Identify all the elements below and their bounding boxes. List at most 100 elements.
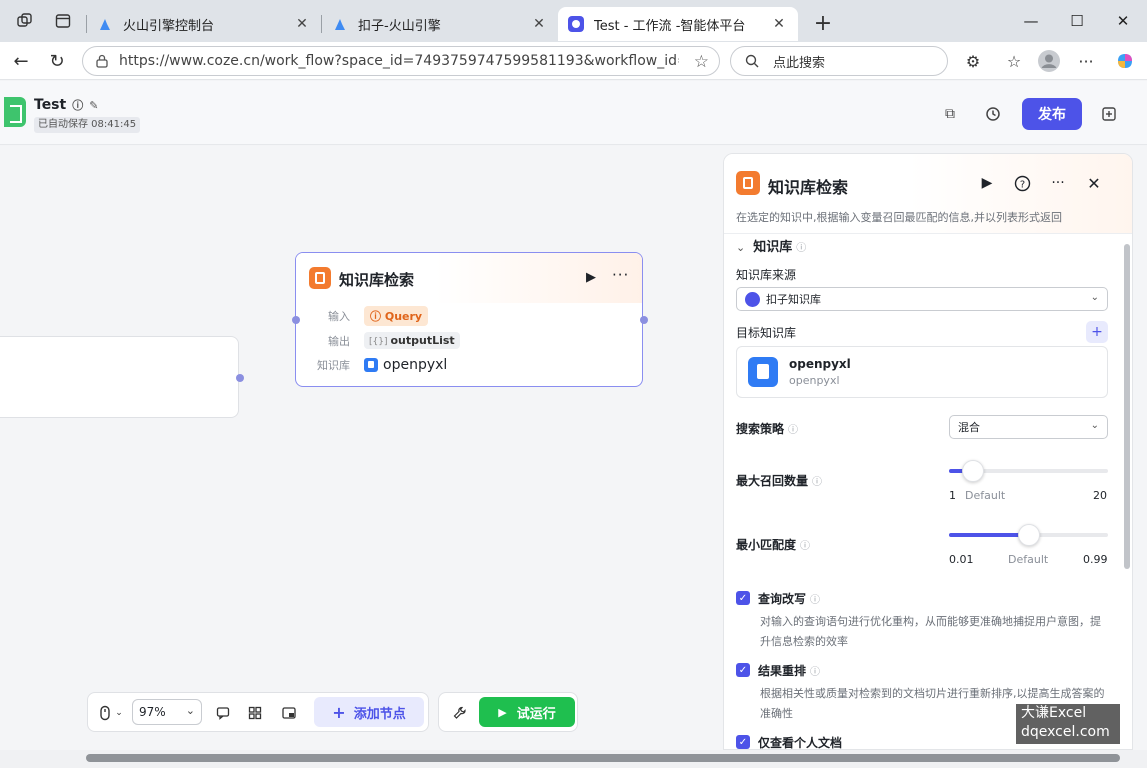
strategy-select[interactable]: 混合 ⌄ bbox=[949, 415, 1108, 439]
help-icon[interactable]: ? bbox=[1011, 172, 1033, 194]
extensions-icon[interactable]: ⚙ bbox=[962, 50, 984, 72]
panel-description: 在选定的知识中,根据输入变量召回最匹配的信息,并以列表形式返回 bbox=[736, 211, 1062, 224]
tab-workflow-active[interactable]: Test - 工作流 -智能体平台 ✕ bbox=[558, 7, 798, 41]
tab-coze-volcano[interactable]: 扣子-火山引擎 ✕ bbox=[322, 7, 558, 41]
watermark-line2: dqexcel.com bbox=[1021, 724, 1110, 740]
more-icon[interactable]: ··· bbox=[612, 266, 629, 284]
target-kb-label: 目标知识库 bbox=[736, 326, 797, 340]
add-kb-button[interactable]: + bbox=[1086, 321, 1108, 343]
tab-title: 火山引擎控制台 bbox=[123, 18, 215, 34]
rerank-label: 结果重排 bbox=[758, 664, 807, 678]
chevron-down-icon: ⌄ bbox=[1090, 292, 1099, 303]
address-bar[interactable]: https://www.coze.cn/work_flow?space_id=7… bbox=[82, 46, 720, 76]
url-text: https://www.coze.cn/work_flow?space_id=7… bbox=[119, 53, 679, 69]
page-vertical-scrollbar[interactable] bbox=[1137, 146, 1147, 750]
browser-search[interactable]: 点此搜索 bbox=[730, 46, 948, 76]
canvas-toolbar: ⌄ 97% ⌄ + 添加节点 bbox=[87, 692, 429, 732]
publish-button[interactable]: 发布 bbox=[1022, 98, 1082, 130]
run-icon[interactable]: ▶ bbox=[976, 172, 998, 194]
workflow-title: Test bbox=[34, 97, 67, 113]
duplicate-icon[interactable]: ⧉ bbox=[939, 103, 961, 125]
max-recall-label-row: 最大召回数量 ⓘ bbox=[736, 472, 822, 489]
maximize-button[interactable]: ☐ bbox=[1054, 0, 1100, 42]
tab-actions-icon[interactable] bbox=[52, 10, 74, 32]
input-port[interactable] bbox=[292, 316, 300, 324]
tab-title: Test - 工作流 -智能体平台 bbox=[594, 18, 746, 34]
query-rewrite-checkbox[interactable]: ✓ bbox=[736, 591, 750, 605]
more-menu-icon[interactable]: ··· bbox=[1075, 50, 1097, 72]
knowledge-base-icon bbox=[736, 171, 760, 195]
info-icon: ⓘ bbox=[796, 243, 807, 254]
test-run-button[interactable]: ▶ 试运行 bbox=[479, 697, 575, 727]
close-window-button[interactable]: ✕ bbox=[1100, 0, 1146, 42]
copilot-icon[interactable] bbox=[1114, 50, 1136, 72]
input-tag: ⓘ Query bbox=[364, 306, 429, 326]
plus-icon: + bbox=[332, 702, 346, 722]
strategy-value: 混合 bbox=[958, 421, 980, 434]
max-recall-slider[interactable] bbox=[949, 460, 1108, 482]
run-toolbar: ▶ 试运行 bbox=[438, 692, 578, 732]
kb-source-select[interactable]: 扣子知识库 ⌄ bbox=[736, 287, 1108, 311]
close-icon[interactable]: ✕ bbox=[770, 16, 788, 32]
slider-handle[interactable] bbox=[962, 460, 984, 482]
canvas-horizontal-scrollbar[interactable] bbox=[0, 750, 1147, 768]
edit-icon[interactable]: ✎ bbox=[89, 99, 98, 112]
zoom-select[interactable]: 97% ⌄ bbox=[132, 699, 202, 725]
knowledge-base-icon bbox=[309, 267, 331, 289]
kb-section-header[interactable]: ⌄ 知识库 ⓘ bbox=[736, 236, 806, 255]
close-icon[interactable]: ✕ bbox=[530, 16, 548, 32]
history-icon[interactable] bbox=[982, 103, 1004, 125]
rerank-checkbox[interactable]: ✓ bbox=[736, 663, 750, 677]
back-button[interactable]: ← bbox=[7, 47, 35, 75]
zoom-value: 97% bbox=[139, 705, 166, 719]
chevron-down-icon: ⌄ bbox=[736, 241, 746, 254]
node-input-row: 输入 ⓘ Query bbox=[310, 306, 429, 326]
info-icon[interactable]: ⓘ bbox=[72, 97, 83, 113]
browser-toolbar: ← ↻ https://www.coze.cn/work_flow?space_… bbox=[0, 42, 1147, 80]
comment-icon[interactable] bbox=[212, 702, 234, 724]
min-match-max: 0.99 bbox=[1083, 553, 1108, 566]
scrollbar-thumb[interactable] bbox=[86, 754, 1120, 762]
browser-tabbar: 火山引擎控制台 ✕ 扣子-火山引擎 ✕ Test - 工作流 -智能体平台 ✕ … bbox=[0, 0, 1147, 42]
panel-toggle-icon[interactable] bbox=[1098, 103, 1120, 125]
partial-checkbox[interactable]: ✓ bbox=[736, 735, 750, 749]
min-match-label: 最小匹配度 bbox=[736, 538, 797, 552]
panel-title: 知识库检索 bbox=[768, 178, 849, 197]
max-recall-max: 20 bbox=[1093, 489, 1107, 502]
profile-avatar[interactable] bbox=[1038, 50, 1060, 72]
lock-icon bbox=[96, 54, 108, 68]
favorite-star-icon[interactable]: ☆ bbox=[694, 52, 709, 72]
mouse-mode-icon[interactable]: ⌄ bbox=[96, 702, 124, 724]
info-icon: ⓘ bbox=[810, 595, 821, 606]
strategy-label: 搜索策略 bbox=[736, 422, 785, 436]
run-node-icon[interactable]: ▶ bbox=[586, 270, 596, 285]
new-tab-button[interactable]: + bbox=[808, 8, 838, 38]
close-icon[interactable]: ✕ bbox=[293, 16, 311, 32]
slider-handle[interactable] bbox=[1017, 524, 1040, 546]
node-title: 知识库检索 bbox=[339, 271, 415, 289]
minimap-icon[interactable] bbox=[278, 702, 300, 724]
favorites-icon[interactable]: ☆ bbox=[1003, 50, 1025, 72]
more-icon[interactable]: ··· bbox=[1047, 172, 1069, 194]
node-kb-row: 知识库 openpyxl bbox=[310, 357, 447, 373]
wrench-icon[interactable] bbox=[449, 702, 471, 724]
knowledge-retrieval-node[interactable]: 知识库检索 ▶ ··· 输入 ⓘ Query 输出 [{}] outputList… bbox=[295, 252, 643, 387]
volcano-icon bbox=[332, 16, 348, 32]
add-node-button[interactable]: + 添加节点 bbox=[314, 697, 424, 727]
refresh-button[interactable]: ↻ bbox=[43, 47, 71, 75]
previous-node[interactable] bbox=[0, 336, 239, 418]
layout-grid-icon[interactable] bbox=[244, 702, 266, 724]
workspaces-icon[interactable] bbox=[14, 10, 36, 32]
panel-scrollbar[interactable] bbox=[1124, 244, 1130, 569]
tab-title: 扣子-火山引擎 bbox=[358, 18, 441, 34]
document-icon bbox=[748, 357, 778, 387]
app-header: Test ⓘ ✎ 已自动保存 08:41:45 ⧉ bbox=[0, 81, 1147, 145]
close-icon[interactable]: ✕ bbox=[1083, 172, 1105, 194]
output-port[interactable] bbox=[640, 316, 648, 324]
min-match-slider[interactable] bbox=[949, 524, 1108, 546]
kb-source-label: 知识库来源 bbox=[736, 268, 797, 282]
kb-card[interactable]: openpyxl openpyxl bbox=[736, 346, 1108, 398]
tab-volcano-console[interactable]: 火山引擎控制台 ✕ bbox=[87, 7, 321, 41]
minimize-button[interactable]: — bbox=[1008, 0, 1054, 42]
output-port[interactable] bbox=[236, 374, 244, 382]
